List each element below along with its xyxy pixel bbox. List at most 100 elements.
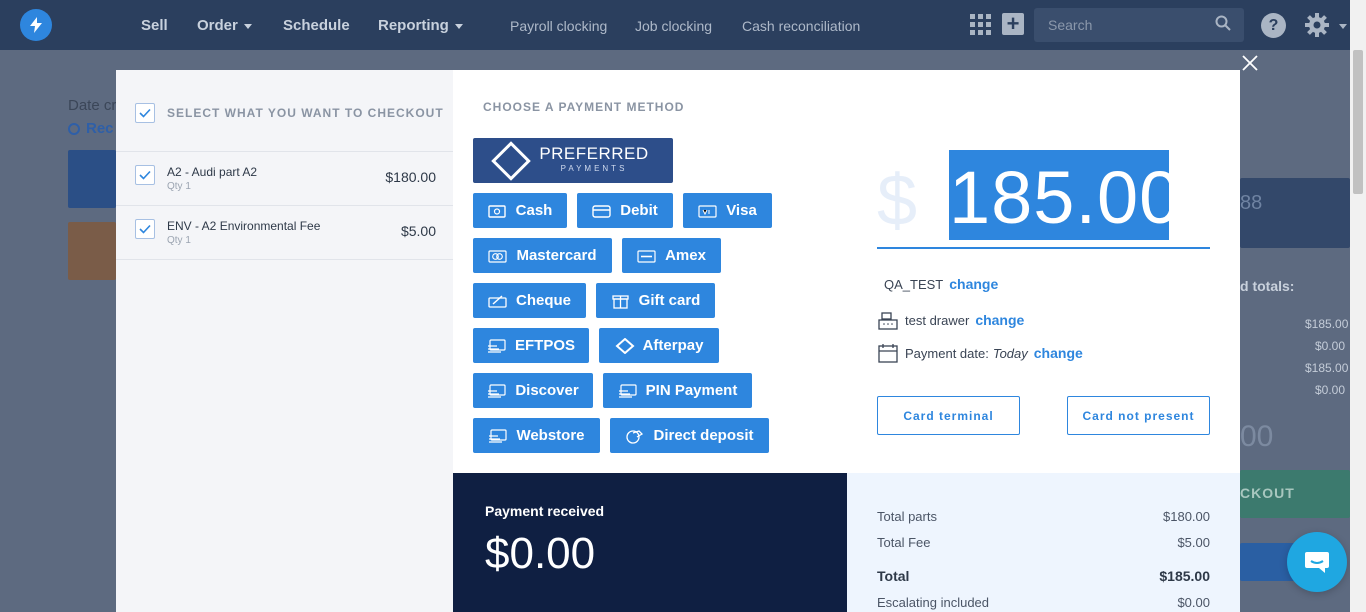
item-qty: Qty 1 <box>167 181 191 192</box>
bg-big-fragment: 00 <box>1240 420 1274 453</box>
pin-payment-label: PIN Payment <box>645 382 738 399</box>
bg-num-fragment: 88 <box>1240 192 1263 214</box>
afterpay-button[interactable]: Afterpay <box>599 328 719 363</box>
preferred-payments-label: PREFERRED PAYMENTS <box>539 143 649 176</box>
afterpay-icon <box>615 337 635 354</box>
total-parts-row: Total parts $180.00 <box>877 509 1210 524</box>
cash-button[interactable]: Cash <box>473 193 567 228</box>
bg-value: $0.00 <box>1315 383 1346 397</box>
calendar-icon <box>878 344 898 363</box>
payment-received-panel: Payment received $0.00 <box>453 473 847 612</box>
nav-reporting[interactable]: Reporting <box>378 0 463 50</box>
cheque-button[interactable]: Cheque <box>473 283 586 318</box>
mastercard-button[interactable]: Mastercard <box>473 238 612 273</box>
bg-vehicle-tile <box>68 222 116 280</box>
customer-name: QA_TEST <box>884 276 944 292</box>
item-checkbox[interactable] <box>135 165 155 185</box>
eftpos-button[interactable]: EFTPOS <box>473 328 589 363</box>
gear-icon[interactable] <box>1304 12 1330 38</box>
bg-value: $185.00 <box>1305 361 1349 375</box>
amex-label: Amex <box>665 247 706 264</box>
gift-icon <box>612 294 629 309</box>
chat-widget-button[interactable] <box>1287 532 1347 592</box>
discover-button[interactable]: Discover <box>473 373 593 408</box>
nav-schedule-label: Schedule <box>283 17 350 34</box>
select-all-checkbox[interactable] <box>135 103 155 123</box>
nav-order[interactable]: Order <box>197 0 252 50</box>
item-price: $180.00 <box>385 169 436 185</box>
nav-sell-label: Sell <box>141 17 168 34</box>
webstore-button[interactable]: Webstore <box>473 418 600 453</box>
drawer-name: test drawer <box>905 312 970 328</box>
payment-method-panel: CHOOSE A PAYMENT METHOD PREFERRED PAYMEN… <box>453 70 1240 473</box>
gift-card-label: Gift card <box>638 292 701 309</box>
visa-button[interactable]: Visa <box>683 193 772 228</box>
nav-job-clocking[interactable]: Job clocking <box>635 0 712 50</box>
scrollbar-thumb[interactable] <box>1353 50 1363 194</box>
help-icon[interactable]: ? <box>1261 13 1286 38</box>
visa-icon <box>698 204 717 218</box>
preferred-payments-logo-icon <box>491 140 532 181</box>
card-not-present-button[interactable]: Card not present <box>1067 396 1210 435</box>
total-label: Total Fee <box>877 535 931 550</box>
payment-received-label: Payment received <box>485 503 605 519</box>
deposit-icon <box>626 429 644 444</box>
nav-reporting-label: Reporting <box>378 17 449 34</box>
total-label: Total <box>877 568 910 584</box>
nav-cash-reconciliation[interactable]: Cash reconciliation <box>742 0 860 50</box>
bg-checkout-label: CKOUT <box>1240 485 1295 501</box>
preferred-sub: PAYMENTS <box>560 163 628 173</box>
search-icon[interactable] <box>1215 15 1231 31</box>
lightning-icon <box>30 17 42 33</box>
cash-register-icon <box>878 312 898 330</box>
preferred-main: PREFERRED <box>539 143 649 163</box>
grand-total-row: Total $185.00 <box>877 568 1210 584</box>
item-qty: Qty 1 <box>167 235 191 246</box>
preferred-payments-button[interactable]: PREFERRED PAYMENTS <box>473 138 673 183</box>
check-icon <box>139 108 151 118</box>
direct-deposit-button[interactable]: Direct deposit <box>610 418 769 453</box>
total-label: Total parts <box>877 509 937 524</box>
top-nav: Sell Order Schedule Reporting Payroll cl… <box>0 0 1366 50</box>
add-icon[interactable]: + <box>1002 13 1024 35</box>
direct-deposit-label: Direct deposit <box>653 427 754 444</box>
nav-schedule[interactable]: Schedule <box>283 0 350 50</box>
cheque-label: Cheque <box>515 292 571 309</box>
nav-payroll-clocking[interactable]: Payroll clocking <box>510 0 607 50</box>
list-item[interactable]: ENV - A2 Environmental Fee Qty 1 $5.00 <box>116 206 453 260</box>
debit-label: Debit <box>620 202 658 219</box>
change-drawer-link[interactable]: change <box>975 312 1024 328</box>
card-swipe-icon <box>618 383 637 398</box>
app-logo[interactable] <box>20 9 52 41</box>
checkout-items-panel: SELECT WHAT YOU WANT TO CHECKOUT A2 - Au… <box>116 70 453 612</box>
chat-icon <box>1305 552 1329 573</box>
pin-payment-button[interactable]: PIN Payment <box>603 373 752 408</box>
total-fee-row: Total Fee $5.00 <box>877 535 1210 550</box>
total-value: $5.00 <box>1177 535 1210 550</box>
check-icon <box>139 224 151 234</box>
change-date-link[interactable]: change <box>1034 345 1083 361</box>
item-name: ENV - A2 Environmental Fee <box>167 219 321 233</box>
list-item[interactable]: A2 - Audi part A2 Qty 1 $180.00 <box>116 152 453 206</box>
nav-order-label: Order <box>197 17 238 34</box>
gift-card-button[interactable]: Gift card <box>596 283 715 318</box>
amex-button[interactable]: Amex <box>622 238 721 273</box>
card-terminal-button[interactable]: Card terminal <box>877 396 1020 435</box>
bg-totals-fragment: d totals: <box>1240 278 1295 294</box>
item-checkbox[interactable] <box>135 219 155 239</box>
debit-button[interactable]: Debit <box>577 193 673 228</box>
nav-sell[interactable]: Sell <box>141 0 168 50</box>
item-name: A2 - Audi part A2 <box>167 165 258 179</box>
close-icon[interactable] <box>1240 53 1260 73</box>
bg-date-label: Date cr <box>68 97 117 114</box>
visa-label: Visa <box>726 202 757 219</box>
escalating-row: Escalating included $0.00 <box>877 595 1210 610</box>
change-customer-link[interactable]: change <box>949 276 998 292</box>
bg-value: $0.00 <box>1315 339 1346 353</box>
card-swipe-icon <box>488 383 506 398</box>
amount-input[interactable]: 185.00 <box>949 155 1181 240</box>
total-value: $0.00 <box>1177 595 1210 610</box>
apps-grid-icon[interactable] <box>970 14 991 35</box>
bg-value: $185.00 <box>1305 317 1349 331</box>
search-input[interactable] <box>1034 8 1244 42</box>
